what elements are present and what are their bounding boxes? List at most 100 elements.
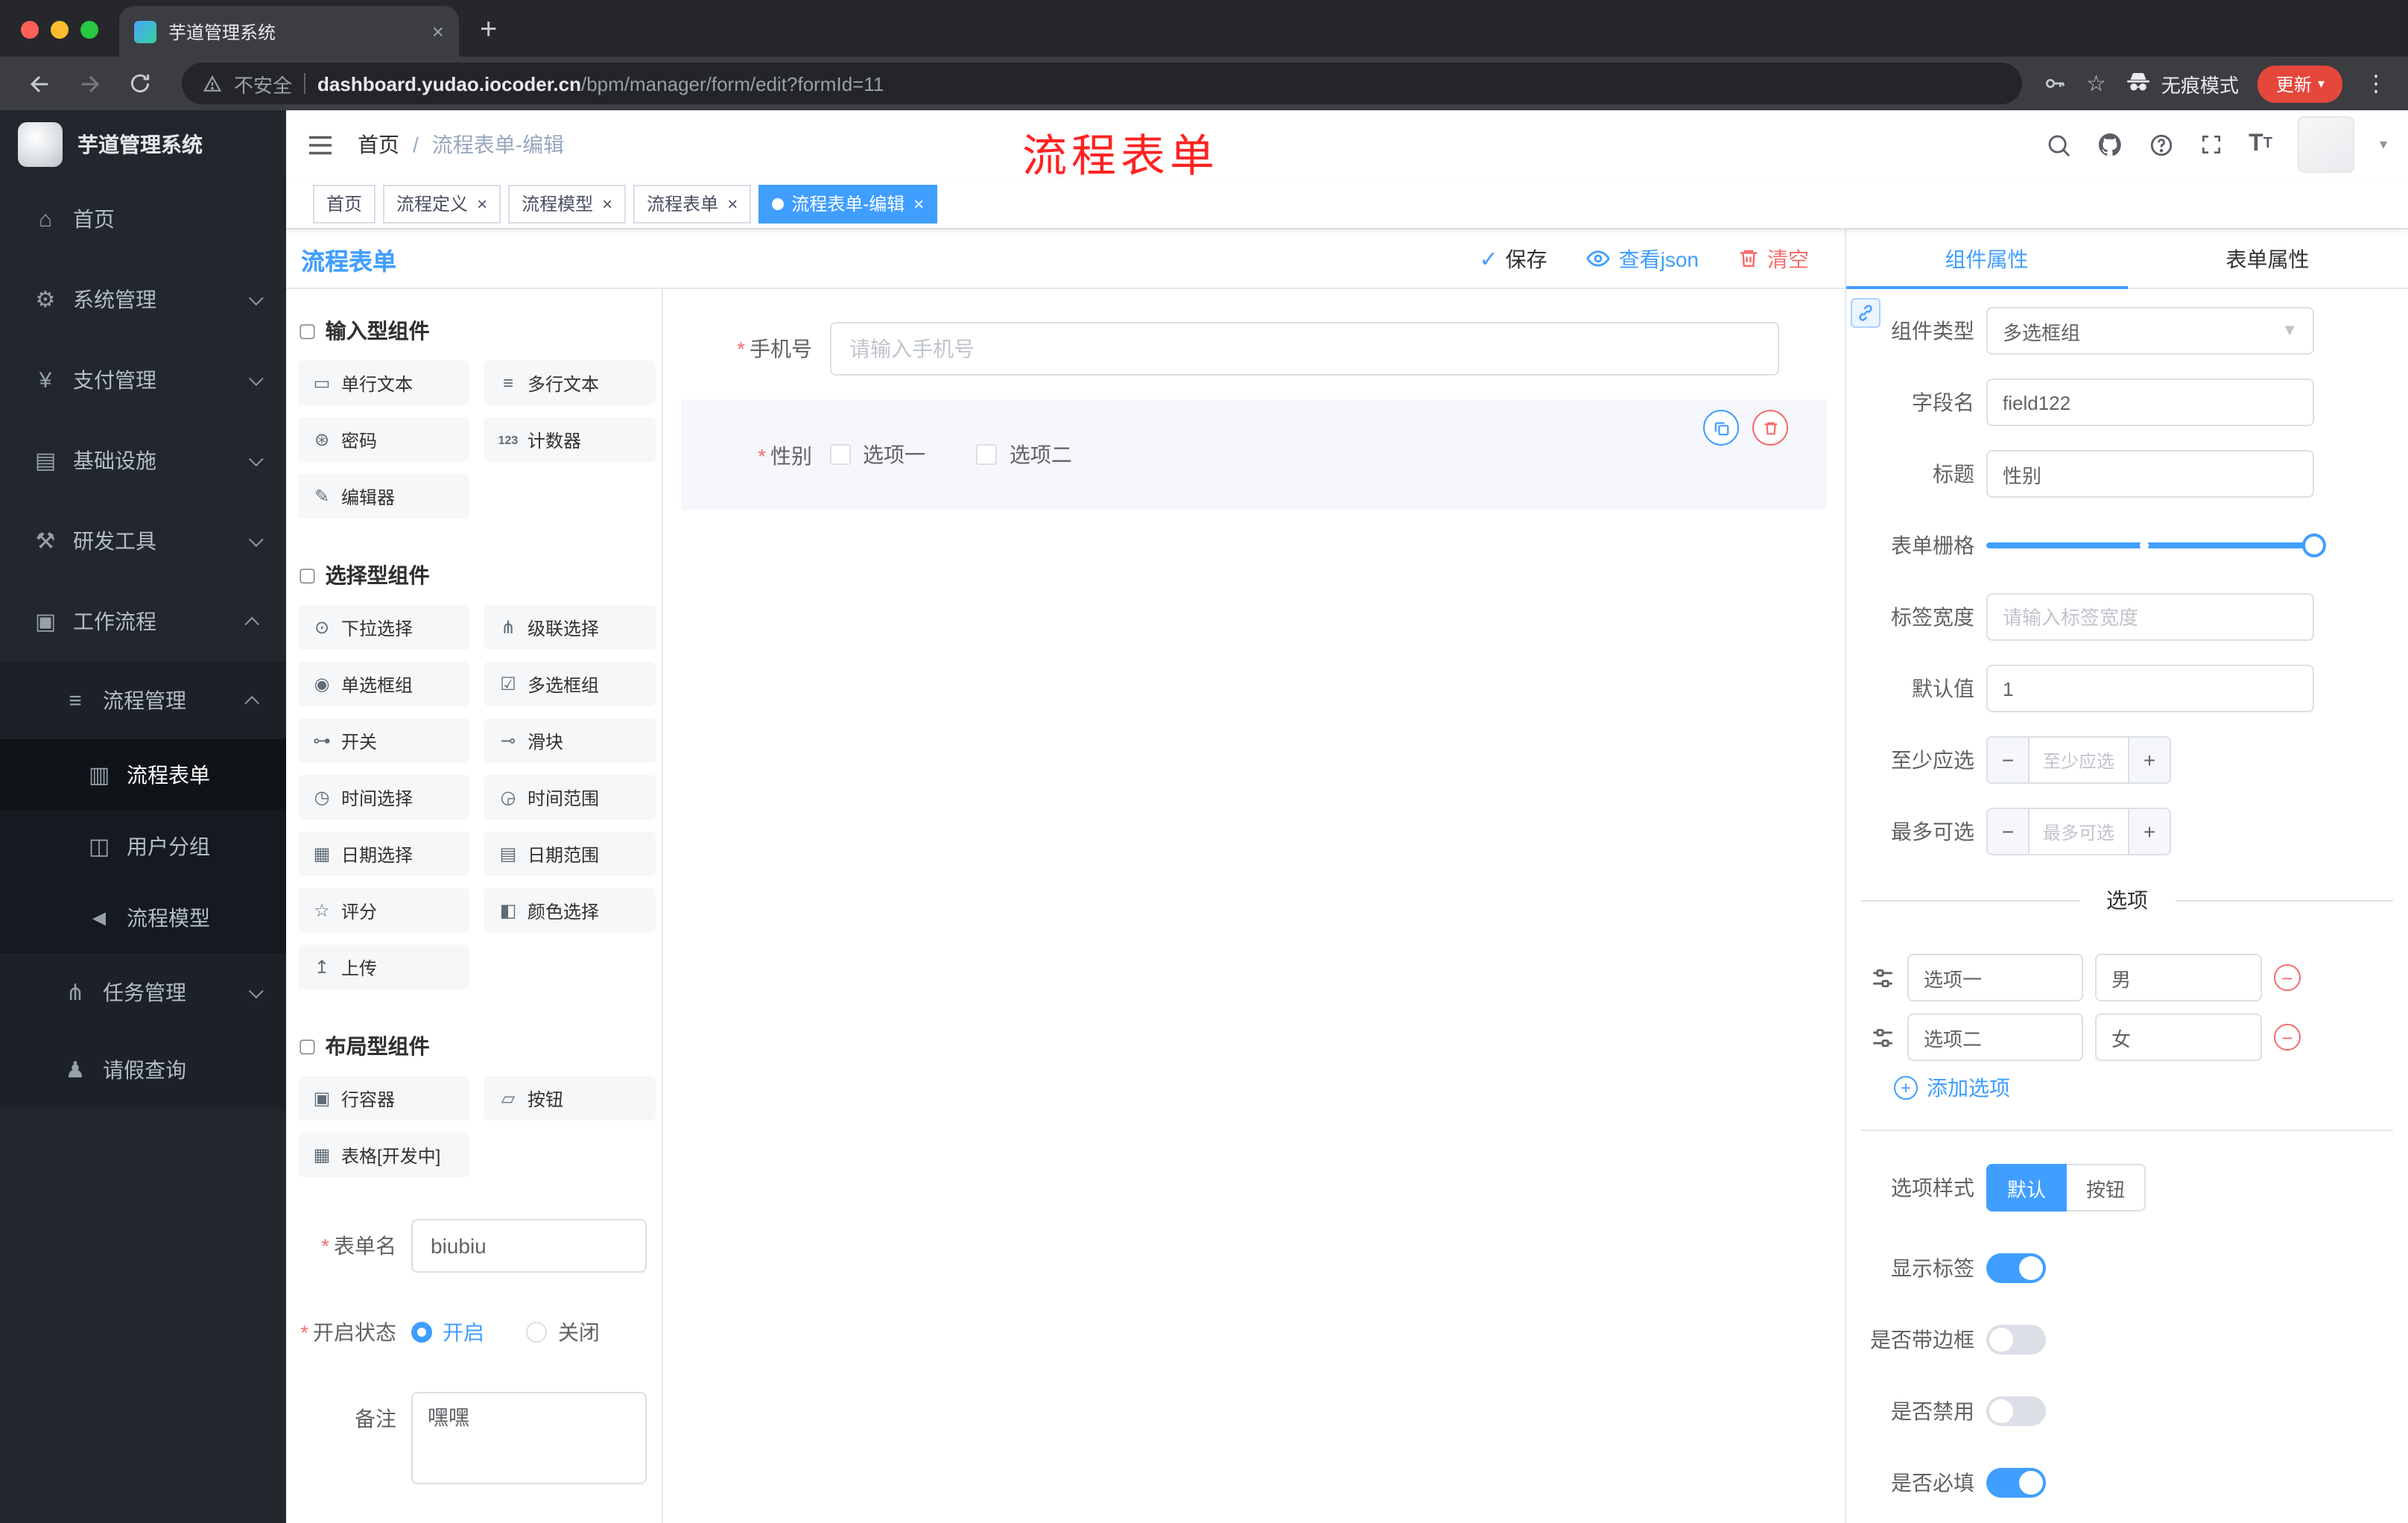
style-default-button[interactable]: 默认	[1986, 1164, 2068, 1212]
font-size-icon[interactable]: TT	[2249, 132, 2272, 156]
form-name-input[interactable]	[411, 1219, 647, 1273]
palette-item-upload[interactable]: ↥ 上传	[298, 945, 469, 990]
github-icon[interactable]	[2097, 131, 2123, 158]
address-bar[interactable]: 不安全 dashboard.yudao.iocoder.cn/bpm/manag…	[182, 63, 2022, 104]
reload-icon[interactable]	[119, 63, 161, 104]
sidebar-item-task-management[interactable]: ⋔ 任务管理	[0, 954, 286, 1031]
style-button-button[interactable]: 按钮	[2067, 1164, 2146, 1212]
close-icon[interactable]: ×	[477, 194, 487, 212]
required-toggle[interactable]	[1986, 1468, 2046, 1498]
form-canvas[interactable]: * 手机号 请输入手机号 * 性别 选项一 选项二	[663, 289, 1845, 1523]
avatar[interactable]	[2297, 116, 2354, 173]
show-label-toggle[interactable]	[1986, 1253, 2046, 1283]
hamburger-icon[interactable]	[307, 133, 334, 156]
canvas-field-gender-selected[interactable]: * 性别 选项一 选项二	[681, 399, 1827, 510]
palette-item-color-picker[interactable]: ◧ 颜色选择	[484, 888, 656, 933]
palette-item-cascader[interactable]: ⋔ 级联选择	[484, 605, 656, 650]
palette-item-time-picker[interactable]: ◷ 时间选择	[298, 775, 469, 820]
disabled-toggle[interactable]	[1986, 1396, 2046, 1426]
phone-input[interactable]	[830, 322, 1779, 376]
browser-menu-icon[interactable]: ⋮	[2362, 70, 2390, 97]
min-select-value[interactable]: 至少应选	[2030, 738, 2128, 782]
plus-icon[interactable]: +	[2128, 738, 2170, 782]
add-option-button[interactable]: + 添加选项	[1855, 1073, 2408, 1103]
tag-process-definition[interactable]: 流程定义 ×	[383, 184, 501, 223]
palette-item-table[interactable]: ▦ 表格[开发中]	[298, 1133, 469, 1177]
tag-process-model[interactable]: 流程模型 ×	[508, 184, 627, 223]
chevron-down-icon[interactable]: ▾	[2380, 136, 2387, 153]
gender-option-2-checkbox[interactable]: 选项二	[976, 440, 1072, 469]
remark-textarea[interactable]: 嘿嘿	[411, 1392, 647, 1484]
palette-item-date-picker[interactable]: ▦ 日期选择	[298, 832, 469, 876]
sidebar-item-process-management[interactable]: ≡ 流程管理	[0, 662, 286, 739]
palette-item-counter[interactable]: 123 计数器	[484, 417, 656, 462]
drag-handle-icon[interactable]	[1870, 1025, 1895, 1050]
option-1-name-input[interactable]	[1907, 954, 2083, 1001]
palette-item-single-line-text[interactable]: ▭ 单行文本	[298, 361, 469, 405]
remove-option-icon[interactable]: −	[2274, 964, 2301, 991]
palette-item-select[interactable]: ⊙ 下拉选择	[298, 605, 469, 650]
forward-icon[interactable]	[69, 63, 110, 104]
option-1-value-input[interactable]	[2095, 954, 2262, 1001]
sidebar-item-user-group[interactable]: ◫ 用户分组	[0, 811, 286, 882]
minus-icon[interactable]: −	[1988, 738, 2030, 782]
border-toggle[interactable]	[1986, 1325, 2046, 1355]
close-icon[interactable]: ×	[727, 194, 738, 212]
remove-option-icon[interactable]: −	[2274, 1024, 2301, 1051]
new-tab-button[interactable]: +	[459, 15, 497, 57]
canvas-field-phone[interactable]: * 手机号	[681, 322, 1827, 376]
label-width-input[interactable]	[1986, 593, 2314, 641]
palette-item-checkbox-group[interactable]: ☑ 多选框组	[484, 662, 656, 706]
search-icon[interactable]	[2046, 132, 2071, 157]
palette-item-textarea[interactable]: ≡ 多行文本	[484, 361, 656, 405]
max-select-value[interactable]: 最多可选	[2030, 809, 2128, 854]
back-icon[interactable]	[18, 63, 60, 104]
tab-form-properties[interactable]: 表单属性	[2127, 229, 2408, 288]
palette-item-row-container[interactable]: ▣ 行容器	[298, 1076, 469, 1121]
palette-item-rate[interactable]: ☆ 评分	[298, 888, 469, 933]
link-icon[interactable]	[1851, 298, 1881, 328]
sidebar-item-infrastructure[interactable]: ▤ 基础设施	[0, 420, 286, 501]
palette-item-switch[interactable]: ⊶ 开关	[298, 718, 469, 763]
status-radio-on[interactable]: 开启	[411, 1305, 484, 1359]
sidebar-logo[interactable]: 芋道管理系统	[0, 110, 286, 179]
security-warning-icon[interactable]	[203, 74, 222, 93]
help-icon[interactable]	[2149, 132, 2174, 157]
tag-process-form-edit[interactable]: 流程表单-编辑 ×	[758, 184, 938, 223]
sidebar-item-leave-query[interactable]: ♟ 请假查询	[0, 1031, 286, 1109]
component-type-select[interactable]: 多选框组 ▼	[1986, 307, 2314, 355]
grid-slider[interactable]	[1986, 522, 2326, 569]
sidebar-item-system[interactable]: ⚙ 系统管理	[0, 259, 286, 340]
default-value-input[interactable]	[1986, 665, 2314, 712]
palette-item-time-range[interactable]: ◶ 时间范围	[484, 775, 656, 820]
gender-option-1-checkbox[interactable]: 选项一	[830, 440, 925, 469]
copy-component-button[interactable]	[1703, 410, 1739, 446]
password-key-icon[interactable]	[2043, 72, 2067, 95]
plus-icon[interactable]: +	[2128, 809, 2170, 854]
delete-component-button[interactable]	[1752, 410, 1788, 446]
view-json-button[interactable]: 查看json	[1586, 244, 1699, 273]
status-radio-off[interactable]: 关闭	[526, 1305, 600, 1359]
fullscreen-icon[interactable]	[2199, 133, 2223, 156]
close-icon[interactable]: ×	[913, 194, 924, 212]
palette-item-slider[interactable]: ⊸ 滑块	[484, 718, 656, 763]
slider-handle[interactable]	[2302, 533, 2326, 557]
minus-icon[interactable]: −	[1988, 809, 2030, 854]
tag-home[interactable]: 首页	[313, 184, 376, 223]
save-button[interactable]: ✓ 保存	[1479, 244, 1547, 273]
field-name-input[interactable]	[1986, 379, 2314, 426]
minimize-window-button[interactable]	[51, 21, 69, 39]
tag-process-form[interactable]: 流程表单 ×	[633, 184, 752, 223]
sidebar-item-payment[interactable]: ¥ 支付管理	[0, 340, 286, 420]
palette-item-date-range[interactable]: ▤ 日期范围	[484, 832, 656, 876]
breadcrumb-home[interactable]: 首页	[358, 130, 399, 159]
palette-item-password[interactable]: ⊛ 密码	[298, 417, 469, 462]
browser-tab[interactable]: 芋道管理系统 ×	[119, 6, 459, 57]
close-tab-icon[interactable]: ×	[432, 21, 444, 42]
sidebar-item-workflow[interactable]: ▣ 工作流程	[0, 581, 286, 662]
palette-item-radio-group[interactable]: ◉ 单选框组	[298, 662, 469, 706]
sidebar-item-process-model[interactable]: ◄ 流程模型	[0, 882, 286, 954]
option-2-value-input[interactable]	[2095, 1013, 2262, 1061]
sidebar-item-process-form[interactable]: ▥ 流程表单	[0, 739, 286, 811]
tab-component-properties[interactable]: 组件属性	[1846, 229, 2127, 289]
